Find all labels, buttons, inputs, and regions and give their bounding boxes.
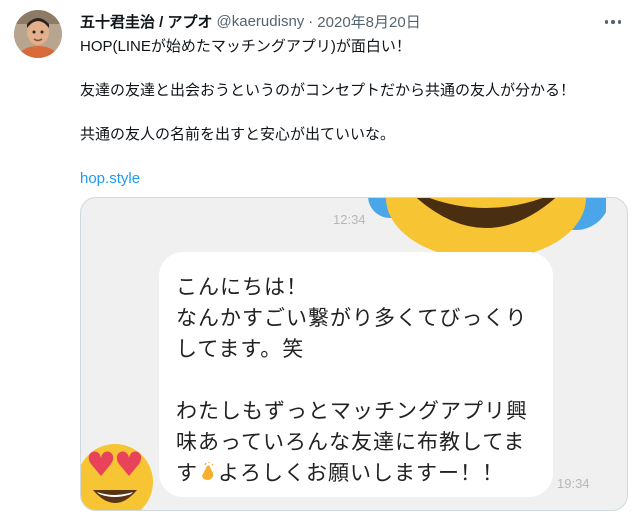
tweet-line: HOP(LINEが始めたマッチングアプリ)が面白い！ — [80, 38, 411, 55]
message-time-top: 12:34 — [333, 212, 366, 227]
tweet-header: 五十君圭治 / アプオ @kaerudisny · 2020年8月20日 — [80, 10, 421, 32]
message-line: してます。笑 — [176, 337, 305, 361]
author-handle[interactable]: @kaerudisny — [217, 13, 305, 30]
message-line: なんかすごい繋がり多くてびっくり — [176, 306, 528, 330]
message-line: 味あっていろんな友達に布教してま — [176, 430, 526, 454]
heart-eyes-emoji — [81, 436, 157, 510]
message-time-bottom: 19:34 — [557, 476, 590, 491]
tweet-line: 友達の友達と出会おうというのがコンセプトだから共通の友人が分かる！ — [80, 82, 576, 99]
tweet-line: 共通の友人の名前を出すと安心が出ていいな。 — [80, 126, 396, 143]
more-icon[interactable] — [602, 12, 624, 32]
avatar[interactable] — [14, 10, 62, 58]
separator: · — [308, 12, 314, 30]
chat-message: こんにちは！ なんかすごい繋がり多くてびっくり してます。笑 わたしもずっとマッ… — [176, 272, 556, 489]
message-line: こんにちは！ — [176, 275, 308, 299]
attached-image[interactable]: 12:34 こんにちは！ なんかすごい繋がり多くてびっくり してます。笑 わたし… — [80, 197, 628, 511]
tweet-body: HOP(LINEが始めたマッチングアプリ)が面白い！ 友達の友達と出会おうという… — [80, 36, 620, 190]
tweet: 五十君圭治 / アプオ @kaerudisny · 2020年8月20日 HOP… — [0, 0, 640, 516]
author-name[interactable]: 五十君圭治 / アプオ — [80, 11, 213, 32]
tweet-link[interactable]: hop.style — [80, 170, 140, 187]
tweet-date[interactable]: 2020年8月20日 — [317, 11, 420, 32]
message-line: わたしもずっとマッチングアプリ興 — [176, 399, 528, 423]
message-line: すよろしくお願いしますー！！ — [176, 460, 504, 485]
clapping-hands-emoji — [198, 460, 218, 480]
